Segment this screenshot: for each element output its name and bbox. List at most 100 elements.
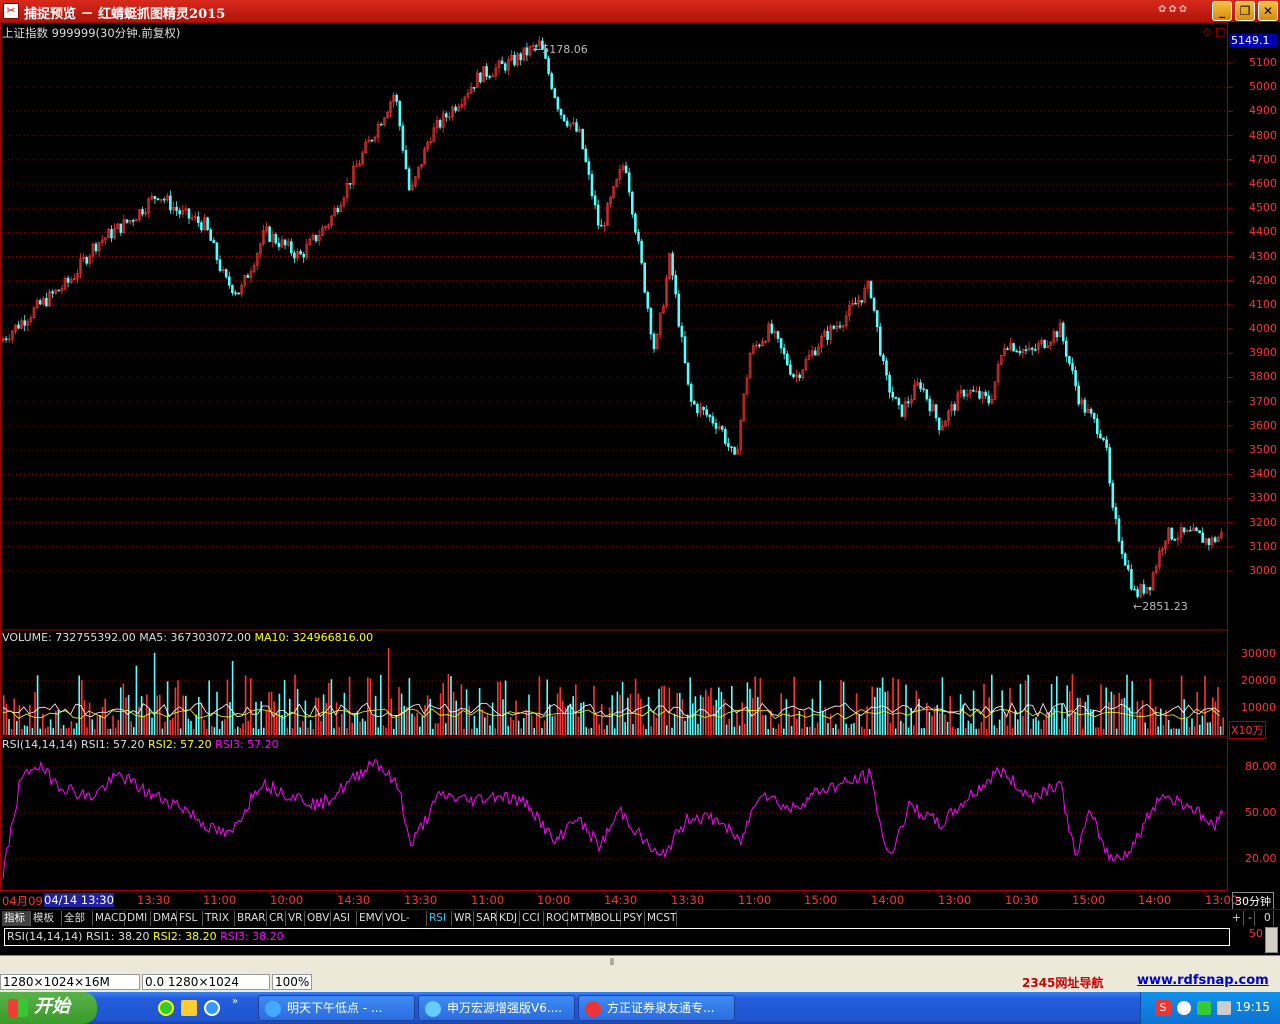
volume-bar bbox=[351, 722, 353, 735]
tab-cr[interactable]: CR bbox=[267, 911, 286, 926]
tab-wr[interactable]: WR bbox=[452, 911, 474, 926]
tab-cci[interactable]: CCI bbox=[520, 911, 544, 926]
tab-trix[interactable]: TRIX bbox=[203, 911, 235, 926]
task-button-1[interactable]: 明天下午低点 - ... bbox=[258, 995, 415, 1021]
volume-bar bbox=[1082, 728, 1084, 735]
candle-body bbox=[782, 347, 786, 355]
candle-body bbox=[723, 429, 727, 444]
security-icon[interactable] bbox=[1197, 1001, 1211, 1015]
volume-bar bbox=[1108, 701, 1110, 735]
tab-指标[interactable]: 指标 bbox=[2, 911, 31, 926]
volume-bar bbox=[260, 701, 262, 735]
horizontal-scrollbar[interactable]: ⦀ bbox=[0, 955, 1280, 972]
volume-bar bbox=[1058, 728, 1061, 735]
scroll-grip-icon[interactable]: ⦀ bbox=[610, 958, 614, 968]
volume-bar bbox=[913, 725, 915, 735]
volume-bar bbox=[1131, 681, 1133, 735]
tab-mtm[interactable]: MTM bbox=[568, 911, 595, 926]
candle-body bbox=[110, 229, 113, 239]
volume-icon[interactable] bbox=[1217, 1001, 1231, 1015]
tab-roc[interactable]: ROC bbox=[544, 911, 569, 926]
start-button[interactable]: 开始 bbox=[0, 992, 97, 1024]
candle-body bbox=[869, 281, 873, 299]
tab-brar[interactable]: BRAR bbox=[235, 911, 267, 926]
chart-area[interactable]: 上证指数 999999(30分钟.前复权) ◇ □ 5149.1 ←5178.0… bbox=[0, 22, 1280, 910]
input-method-icon[interactable]: S bbox=[1155, 1000, 1171, 1016]
zoom-out-button[interactable]: - bbox=[1246, 911, 1255, 926]
restore-button[interactable]: ❐ bbox=[1235, 1, 1255, 21]
volume-bar bbox=[343, 692, 346, 735]
quicklaunch-app-icon[interactable] bbox=[158, 1000, 174, 1016]
task-button-3[interactable]: 方正证券泉友通专... bbox=[578, 995, 735, 1021]
nav-link[interactable]: 2345网址导航 bbox=[1022, 974, 1103, 991]
price-tick-label: 3000 bbox=[1249, 564, 1277, 577]
stock-chart-canvas[interactable] bbox=[0, 22, 1280, 910]
tab-vr[interactable]: VR bbox=[286, 911, 305, 926]
tab-obv[interactable]: OBV bbox=[305, 911, 331, 926]
sub-rsi-panel[interactable]: RSI(14,14,14) RSI1: 38.20 RSI2: 38.20 RS… bbox=[0, 927, 1280, 955]
volume-bar bbox=[68, 727, 70, 735]
volume-bar bbox=[1110, 691, 1113, 735]
candle-body bbox=[51, 291, 54, 294]
volume-bar bbox=[707, 696, 710, 735]
tab-dma[interactable]: DMA bbox=[151, 911, 177, 926]
candle-body bbox=[593, 195, 597, 206]
tab-rsi[interactable]: RSI bbox=[427, 911, 452, 926]
title-bar[interactable]: ✂ 捕捉预览 － 红蜻蜓抓图精灵2015 ✿✿✿ _ ❐ ✕ bbox=[0, 0, 1280, 22]
time-tick-label: 10:30 bbox=[1005, 893, 1039, 907]
volume-bar bbox=[606, 725, 608, 735]
tab-vol-tdx[interactable]: VOL-TDX bbox=[383, 911, 427, 939]
quicklaunch-more-icon[interactable]: » bbox=[232, 996, 238, 1007]
volume-bar bbox=[562, 700, 564, 735]
candle-body bbox=[1092, 413, 1096, 420]
candle-body bbox=[277, 242, 281, 248]
chart-corner-icon[interactable]: ◇ □ bbox=[1203, 25, 1225, 38]
period-label[interactable]: 30分钟 bbox=[1232, 892, 1274, 910]
tab-模板[interactable]: 模板 bbox=[31, 911, 62, 926]
task-button-2[interactable]: 申万宏源增强版V6.... bbox=[418, 995, 575, 1021]
tab-asi[interactable]: ASI bbox=[331, 911, 357, 926]
volume-bar bbox=[1001, 690, 1003, 735]
tab-emv[interactable]: EMV bbox=[357, 911, 383, 926]
candle-body bbox=[872, 297, 876, 311]
tab-boll[interactable]: BOLL bbox=[592, 911, 621, 926]
volume-bar bbox=[133, 727, 135, 735]
volume-bar bbox=[855, 693, 858, 735]
volume-bar bbox=[1188, 727, 1191, 735]
tab-fsl[interactable]: FSL bbox=[177, 911, 203, 926]
candle-body bbox=[519, 53, 523, 61]
tab-mcst[interactable]: MCST bbox=[645, 911, 677, 926]
volume-bar bbox=[387, 647, 390, 735]
volume-bar bbox=[754, 676, 756, 735]
tab-macd[interactable]: MACD bbox=[93, 911, 126, 926]
app-icon[interactable]: ✂ bbox=[3, 3, 19, 19]
network-icon[interactable] bbox=[1177, 1001, 1191, 1015]
zoom-in-button[interactable]: + bbox=[1230, 911, 1244, 926]
site-link[interactable]: www.rdfsnap.com bbox=[1137, 973, 1269, 988]
quicklaunch-browser-icon[interactable] bbox=[204, 1000, 220, 1016]
volume-bar bbox=[894, 728, 897, 735]
tab-sar[interactable]: SAR bbox=[474, 911, 497, 926]
tab-psy[interactable]: PSY bbox=[621, 911, 645, 926]
candle-body bbox=[696, 403, 699, 414]
volume-bar bbox=[242, 723, 244, 735]
volume-bar bbox=[915, 690, 918, 735]
clock[interactable]: 19:15 bbox=[1235, 1000, 1270, 1014]
reset-zoom-button[interactable]: 0 bbox=[1262, 911, 1274, 926]
volume-bar bbox=[338, 727, 340, 735]
volume-bar bbox=[91, 719, 93, 735]
tab-kdj[interactable]: KDJ bbox=[497, 911, 520, 926]
minimize-button[interactable]: _ bbox=[1212, 1, 1232, 21]
close-button[interactable]: ✕ bbox=[1258, 1, 1278, 21]
candle-body bbox=[348, 182, 352, 185]
tab-dmi[interactable]: DMI bbox=[125, 911, 151, 926]
volume-bar bbox=[148, 708, 151, 735]
candle-body bbox=[156, 198, 160, 200]
current-price-label: 5149.1 bbox=[1229, 34, 1277, 47]
volume-bar bbox=[728, 718, 730, 735]
price-tick-label: 3400 bbox=[1249, 467, 1277, 481]
start-label: 开始 bbox=[34, 996, 70, 1017]
tab-全部[interactable]: 全部 bbox=[62, 911, 93, 926]
quicklaunch-desktop-icon[interactable] bbox=[181, 1000, 197, 1016]
vertical-scrollbar[interactable] bbox=[1265, 927, 1278, 953]
